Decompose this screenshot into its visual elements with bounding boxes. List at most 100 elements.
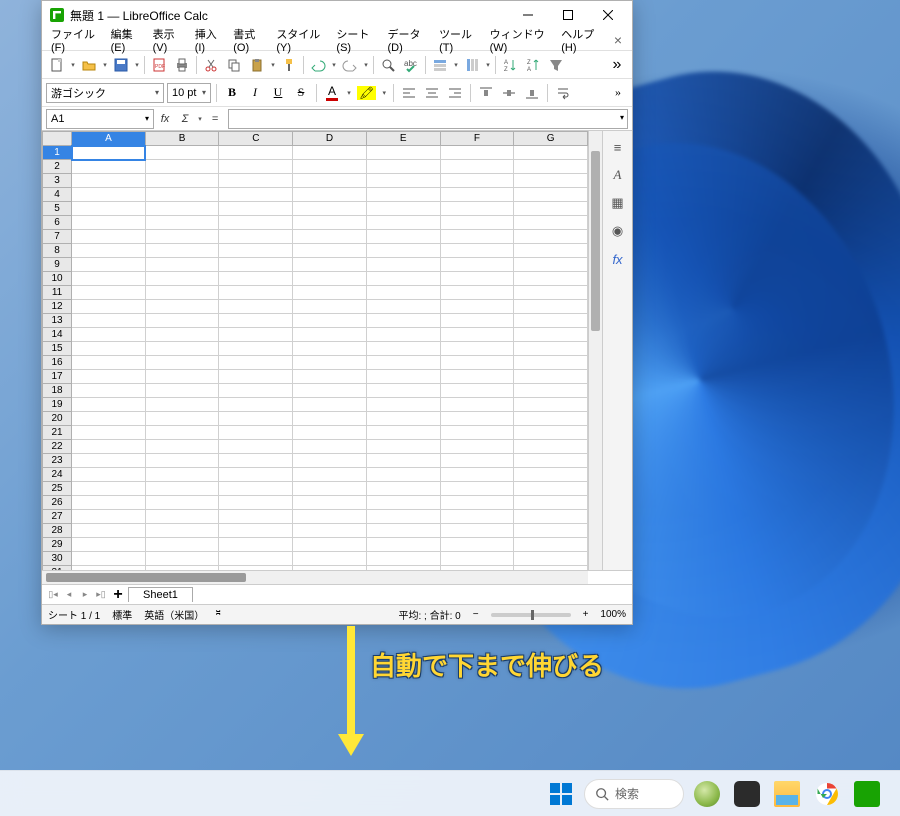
cell-C28[interactable] xyxy=(219,524,293,538)
cell-G3[interactable] xyxy=(514,174,588,188)
row-header-9[interactable]: 9 xyxy=(43,258,72,272)
cell-C6[interactable] xyxy=(219,216,293,230)
cell-D2[interactable] xyxy=(293,160,367,174)
sort-asc-button[interactable]: AZ xyxy=(499,54,521,76)
cell-D8[interactable] xyxy=(293,244,367,258)
taskbar-search[interactable]: 検索 xyxy=(584,779,684,809)
cell-E14[interactable] xyxy=(366,328,440,342)
cell-G18[interactable] xyxy=(514,384,588,398)
cell-E21[interactable] xyxy=(366,426,440,440)
toolbar-overflow[interactable]: » xyxy=(606,54,628,76)
function-wizard-button[interactable]: fx xyxy=(156,110,174,128)
cell-B27[interactable] xyxy=(145,510,219,524)
row-header-4[interactable]: 4 xyxy=(43,188,72,202)
cell-D4[interactable] xyxy=(293,188,367,202)
cell-C18[interactable] xyxy=(219,384,293,398)
column-header-C[interactable]: C xyxy=(219,132,293,146)
cell-B17[interactable] xyxy=(145,370,219,384)
cell-G23[interactable] xyxy=(514,454,588,468)
spreadsheet-grid[interactable]: ABCDEFG123456789101112131415161718192021… xyxy=(42,131,588,570)
cell-E9[interactable] xyxy=(366,258,440,272)
cell-B25[interactable] xyxy=(145,482,219,496)
row-header-6[interactable]: 6 xyxy=(43,216,72,230)
status-insert-mode[interactable]: ⎶ xyxy=(216,609,220,620)
cell-E11[interactable] xyxy=(366,286,440,300)
redo-button[interactable] xyxy=(339,54,361,76)
column-header-B[interactable]: B xyxy=(145,132,219,146)
cell-B16[interactable] xyxy=(145,356,219,370)
sidebar-styles-icon[interactable]: A xyxy=(608,165,628,185)
cell-A17[interactable] xyxy=(72,370,146,384)
status-sum[interactable]: 平均: ; 合計: 0 xyxy=(399,607,461,622)
cell-E17[interactable] xyxy=(366,370,440,384)
cell-G2[interactable] xyxy=(514,160,588,174)
cell-B24[interactable] xyxy=(145,468,219,482)
row-header-8[interactable]: 8 xyxy=(43,244,72,258)
cell-A15[interactable] xyxy=(72,342,146,356)
cell-F31[interactable] xyxy=(440,566,514,571)
cell-B2[interactable] xyxy=(145,160,219,174)
cell-C14[interactable] xyxy=(219,328,293,342)
undo-dropdown[interactable]: ▾ xyxy=(330,61,338,69)
row-header-28[interactable]: 28 xyxy=(43,524,72,538)
tab-next-button[interactable]: ▸ xyxy=(78,589,92,600)
row-header-7[interactable]: 7 xyxy=(43,230,72,244)
taskbar-explorer[interactable] xyxy=(770,777,804,811)
cell-C3[interactable] xyxy=(219,174,293,188)
cell-G20[interactable] xyxy=(514,412,588,426)
cell-D13[interactable] xyxy=(293,314,367,328)
cut-button[interactable] xyxy=(200,54,222,76)
row-dropdown[interactable]: ▾ xyxy=(452,61,460,69)
cell-E10[interactable] xyxy=(366,272,440,286)
cell-A7[interactable] xyxy=(72,230,146,244)
align-left-button[interactable] xyxy=(399,83,419,103)
cell-B5[interactable] xyxy=(145,202,219,216)
row-header-22[interactable]: 22 xyxy=(43,440,72,454)
row-header-27[interactable]: 27 xyxy=(43,510,72,524)
cell-F17[interactable] xyxy=(440,370,514,384)
cell-C10[interactable] xyxy=(219,272,293,286)
column-header-A[interactable]: A xyxy=(72,132,146,146)
row-header-19[interactable]: 19 xyxy=(43,398,72,412)
cell-C19[interactable] xyxy=(219,398,293,412)
cell-G26[interactable] xyxy=(514,496,588,510)
cell-G8[interactable] xyxy=(514,244,588,258)
cell-G13[interactable] xyxy=(514,314,588,328)
cell-F18[interactable] xyxy=(440,384,514,398)
cell-E26[interactable] xyxy=(366,496,440,510)
cell-A21[interactable] xyxy=(72,426,146,440)
sum-button[interactable]: Σ xyxy=(176,110,194,128)
row-button[interactable] xyxy=(429,54,451,76)
cell-C16[interactable] xyxy=(219,356,293,370)
font-color-button[interactable]: A xyxy=(322,83,342,103)
cell-B8[interactable] xyxy=(145,244,219,258)
cell-F10[interactable] xyxy=(440,272,514,286)
cell-F12[interactable] xyxy=(440,300,514,314)
cell-B21[interactable] xyxy=(145,426,219,440)
cell-A6[interactable] xyxy=(72,216,146,230)
cell-F19[interactable] xyxy=(440,398,514,412)
cell-D29[interactable] xyxy=(293,538,367,552)
save-button[interactable] xyxy=(110,54,132,76)
row-header-15[interactable]: 15 xyxy=(43,342,72,356)
start-button[interactable] xyxy=(544,777,578,811)
formula-button[interactable]: = xyxy=(206,110,224,128)
cell-F20[interactable] xyxy=(440,412,514,426)
cell-E22[interactable] xyxy=(366,440,440,454)
zoom-in-button[interactable]: + xyxy=(583,609,589,620)
cell-B9[interactable] xyxy=(145,258,219,272)
cell-C12[interactable] xyxy=(219,300,293,314)
cell-F9[interactable] xyxy=(440,258,514,272)
cell-G28[interactable] xyxy=(514,524,588,538)
cell-E31[interactable] xyxy=(366,566,440,571)
cell-A31[interactable] xyxy=(72,566,146,571)
cell-A9[interactable] xyxy=(72,258,146,272)
cell-C8[interactable] xyxy=(219,244,293,258)
cell-C7[interactable] xyxy=(219,230,293,244)
cell-C5[interactable] xyxy=(219,202,293,216)
cell-F8[interactable] xyxy=(440,244,514,258)
bold-button[interactable]: B xyxy=(222,83,242,103)
open-button[interactable] xyxy=(78,54,100,76)
column-header-G[interactable]: G xyxy=(514,132,588,146)
cell-E3[interactable] xyxy=(366,174,440,188)
